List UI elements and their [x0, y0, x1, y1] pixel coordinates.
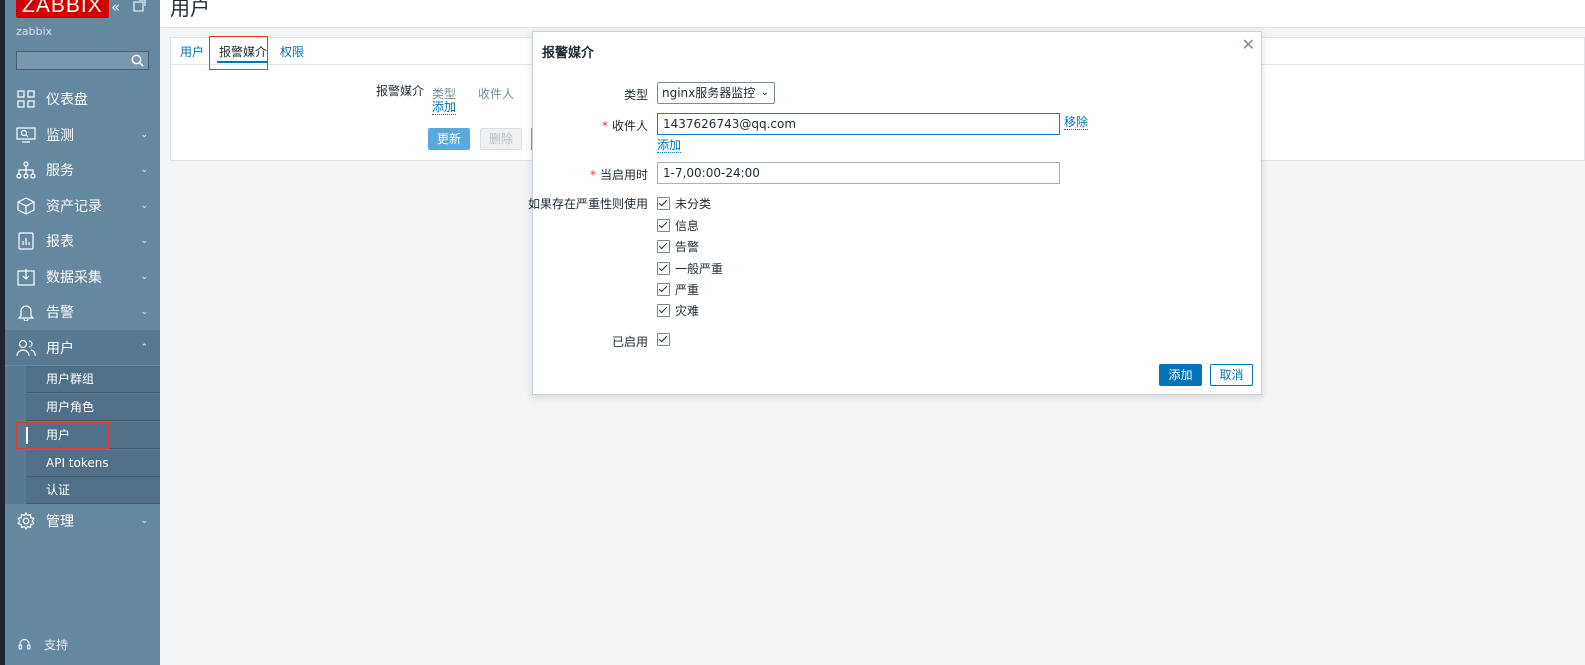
cancel-button[interactable]: 取消 [1210, 364, 1253, 386]
dialog-title: 报警媒介 [542, 46, 595, 61]
checkbox-checked[interactable] [657, 219, 670, 232]
nav-label: 服务 [46, 162, 74, 179]
chevron-down-icon: ⌄ [140, 516, 148, 526]
required-mark: * [601, 119, 608, 133]
page-header [160, 0, 1585, 28]
chevron-down-icon: ⌄ [140, 201, 148, 211]
nav-services[interactable]: 服务 ⌄ [5, 152, 160, 187]
severity-warning[interactable]: 告警 [657, 238, 699, 255]
chevron-down-icon: ⌄ [140, 272, 148, 282]
nav-monitoring[interactable]: 监测 ⌄ [5, 117, 160, 152]
nav-dashboard[interactable]: 仪表盘 [5, 81, 160, 116]
tab-permissions[interactable]: 权限 [280, 43, 304, 60]
submenu-api-tokens[interactable]: API tokens [26, 450, 160, 477]
add-media-link[interactable]: 添加 [432, 101, 457, 115]
nav-reports[interactable]: 报表 ⌄ [5, 223, 160, 258]
support-link[interactable]: 支持 [18, 636, 68, 653]
checkbox-checked[interactable] [657, 283, 670, 296]
type-label: 类型 [623, 88, 648, 102]
nav-users[interactable]: 用户 ⌃ [5, 330, 160, 365]
nav-label: 仪表盘 [46, 91, 88, 108]
dashboard-icon [16, 89, 36, 109]
active-period-input[interactable]: 1-7,00:00-24:00 [657, 162, 1060, 184]
annotation-highlight-users [16, 422, 109, 449]
severity-disaster[interactable]: 灾难 [657, 302, 699, 319]
remove-recipient-link[interactable]: 移除 [1064, 116, 1089, 130]
nav-label: 管理 [46, 513, 74, 530]
recipient-input[interactable]: 1437626743@qq.com [657, 113, 1060, 135]
delete-button[interactable]: 删除 [480, 128, 522, 150]
media-dialog: 报警媒介 ✕ 类型 nginx服务器监控 ⌄ * 收件人 1437626743@q… [528, 31, 1262, 395]
media-header-recipient: 收件人 [478, 87, 515, 101]
severity-average[interactable]: 一般严重 [657, 260, 723, 277]
severity-information[interactable]: 信息 [657, 217, 699, 234]
enabled-label: 已启用 [611, 335, 648, 349]
media-label: 报警媒介 [376, 84, 425, 98]
close-icon[interactable]: ✕ [1242, 35, 1255, 54]
zabbix-logo[interactable]: ZABBIX [16, 0, 109, 18]
active-label: * 当启用时 [589, 168, 648, 182]
nav-label: 数据采集 [46, 269, 102, 286]
submenu-user-groups[interactable]: 用户群组 [26, 366, 160, 393]
update-button[interactable]: 更新 [428, 128, 470, 150]
chevron-down-icon: ⌄ [760, 87, 769, 98]
severity-high[interactable]: 严重 [657, 281, 699, 298]
submenu-user-roles[interactable]: 用户角色 [26, 394, 160, 421]
media-table: 类型 收件人 添加 [428, 80, 538, 116]
collapse-sidebar-icon[interactable]: « [111, 0, 120, 16]
checkbox-checked[interactable] [657, 240, 670, 253]
nav-data-collection[interactable]: 数据采集 ⌄ [5, 259, 160, 294]
annotation-highlight-media-tab [209, 36, 268, 70]
kiosk-mode-icon[interactable] [133, 0, 146, 16]
required-mark: * [589, 168, 596, 182]
monitoring-icon [16, 125, 36, 145]
chevron-up-icon: ⌃ [140, 343, 148, 353]
type-select-value: nginx服务器监控 [662, 86, 756, 100]
chevron-down-icon: ⌄ [140, 307, 148, 317]
users-icon [16, 338, 36, 358]
type-select[interactable]: nginx服务器监控 ⌄ [657, 82, 775, 104]
administration-icon [16, 511, 36, 531]
nav-label: 告警 [46, 304, 74, 321]
search-input[interactable] [16, 51, 149, 70]
nav-inventory[interactable]: 资产记录 ⌄ [5, 188, 160, 223]
severity-not-classified[interactable]: 未分类 [657, 195, 711, 212]
support-label: 支持 [44, 638, 69, 652]
services-icon [16, 160, 36, 180]
checkbox-checked[interactable] [657, 304, 670, 317]
add-button[interactable]: 添加 [1159, 364, 1202, 386]
nav-alerts[interactable]: 告警 ⌄ [5, 294, 160, 329]
nav-label: 资产记录 [46, 198, 102, 215]
checkbox-checked[interactable] [657, 262, 670, 275]
submenu-authentication[interactable]: 认证 [26, 477, 160, 504]
checkbox-checked[interactable] [657, 333, 670, 346]
chevron-down-icon: ⌄ [140, 130, 148, 140]
alerts-icon [16, 302, 36, 322]
recipient-label: * 收件人 [601, 119, 648, 133]
tab-user[interactable]: 用户 [180, 43, 204, 60]
checkbox-checked[interactable] [657, 197, 670, 210]
search-icon[interactable] [131, 54, 144, 67]
headset-icon [18, 638, 31, 650]
nav-label: 用户 [46, 340, 74, 357]
nav-label: 报表 [46, 233, 74, 250]
severity-label: 如果存在严重性则使用 [527, 197, 648, 211]
chevron-down-icon: ⌄ [140, 165, 148, 175]
add-recipient-link[interactable]: 添加 [657, 139, 682, 153]
nav-label: 监测 [46, 127, 74, 144]
sidebar: ZABBIX « zabbix 仪表盘 监测 ⌄ 服务 ⌄ 资产记录 ⌄ 报表 … [5, 0, 160, 665]
reports-icon [16, 231, 36, 251]
page-title: 用户 [170, 0, 210, 20]
server-name: zabbix [16, 25, 53, 38]
data-collection-icon [16, 267, 36, 287]
nav-administration[interactable]: 管理 ⌄ [5, 503, 160, 538]
inventory-icon [16, 196, 36, 216]
chevron-down-icon: ⌄ [140, 236, 148, 246]
enabled-checkbox[interactable] [657, 333, 675, 346]
